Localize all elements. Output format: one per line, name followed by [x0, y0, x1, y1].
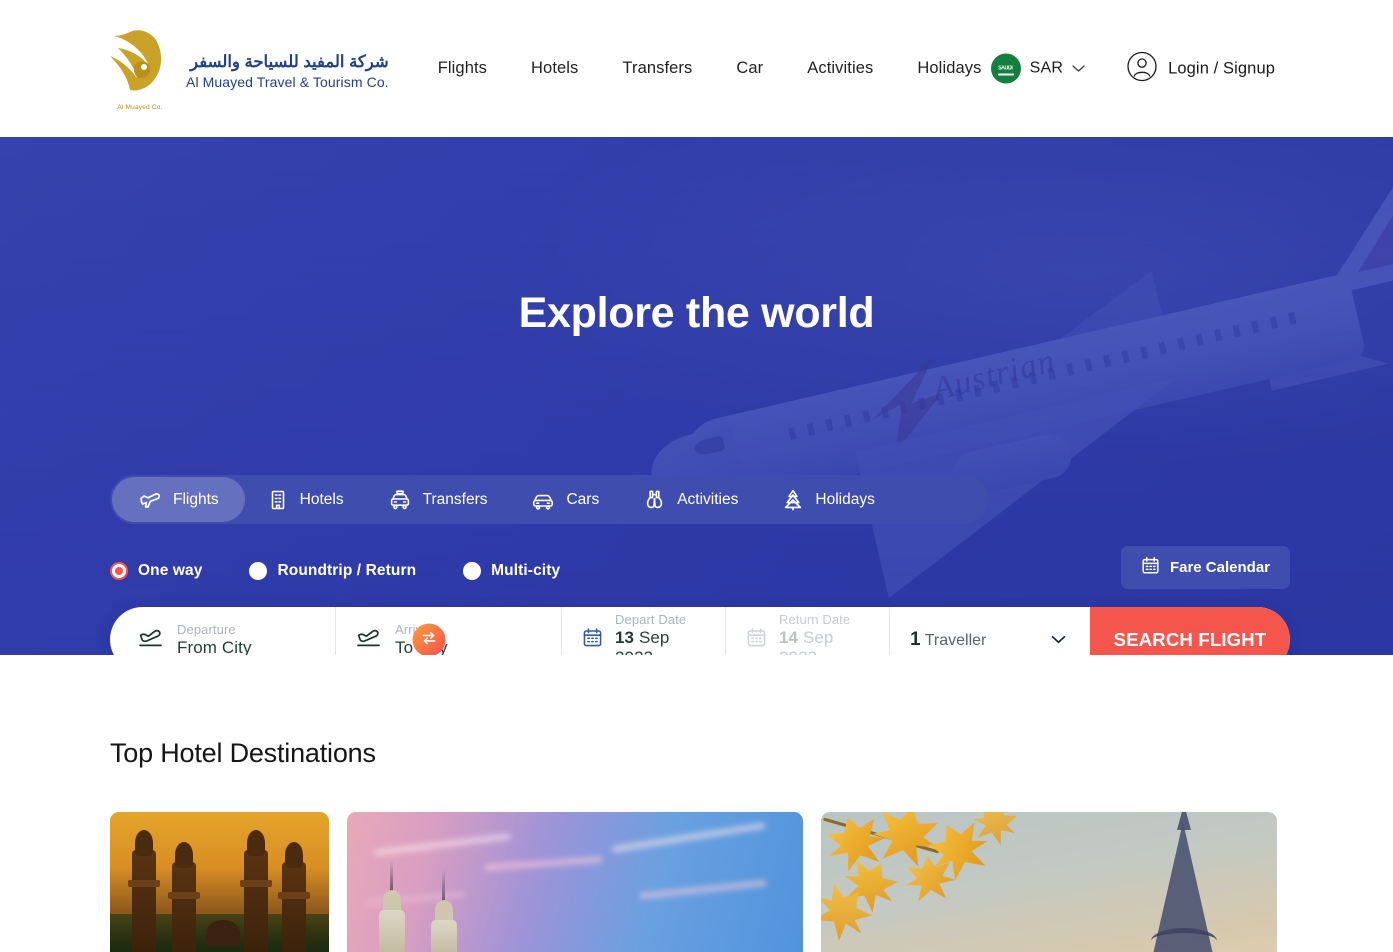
trip-type-label-one-way: One way — [138, 562, 203, 579]
header-actions: SAUDI SAR Login / Signup — [990, 51, 1275, 86]
radio-icon-roundtrip — [249, 562, 268, 580]
fare-calendar-button[interactable]: Fare Calendar — [1120, 546, 1290, 589]
destination-card-list — [110, 812, 1283, 952]
return-date-day: 14 — [779, 627, 799, 647]
travellers-label: Traveller — [924, 631, 987, 649]
calendar-icon — [582, 627, 603, 653]
swap-arrows-icon — [421, 630, 438, 650]
calendar-icon — [746, 627, 767, 653]
tab-flights[interactable]: Flights — [112, 477, 245, 522]
chevron-down-icon — [1051, 631, 1066, 649]
nav-item-flights[interactable]: Flights — [438, 59, 487, 78]
tab-cars[interactable]: Cars — [509, 477, 621, 522]
flag-text: SAUDI — [998, 65, 1014, 72]
plane-icon — [138, 488, 162, 512]
departure-field[interactable]: Departure From City — [110, 607, 336, 655]
eiffel-tower-image — [821, 812, 1277, 952]
logo-mark-icon: Al Muayed Co. — [104, 26, 176, 112]
tab-transfers[interactable]: Transfers — [366, 477, 510, 522]
radio-icon-one-way — [110, 562, 128, 580]
depart-date-value: 13 Sep 2023 — [615, 628, 705, 656]
nav-item-activities[interactable]: Activities — [807, 59, 873, 78]
site-logo[interactable]: Al Muayed Co. شركة المفيد للسياحة والسفر… — [104, 26, 389, 112]
trip-type-roundtrip[interactable]: Roundtrip / Return — [249, 562, 416, 580]
departure-label: Departure — [177, 621, 236, 637]
travellers-count: 1 — [910, 628, 921, 650]
main-navigation: Flights Hotels Transfers Car Activities … — [438, 59, 982, 78]
saudi-flag-icon: SAUDI — [990, 53, 1021, 84]
travellers-field[interactable]: 1 Traveller — [890, 607, 1090, 655]
tab-label-cars: Cars — [566, 490, 600, 508]
site-header: Al Muayed Co. شركة المفيد للسياحة والسفر… — [0, 0, 1393, 137]
trip-type-label-multi-city: Multi-city — [491, 562, 561, 579]
user-avatar-icon — [1127, 51, 1157, 86]
tab-hotels[interactable]: Hotels — [245, 477, 366, 522]
binoculars-icon — [643, 488, 666, 511]
return-date-value: 14 Sep 2023 — [779, 628, 869, 656]
departure-value: From City — [177, 637, 252, 656]
nav-item-car[interactable]: Car — [736, 59, 763, 78]
logo-caption: Al Muayed Co. — [117, 103, 163, 111]
hero-banner: Austrian Explore the world Flights — [0, 137, 1393, 655]
depart-date-label: Depart Date — [615, 611, 687, 627]
depart-date-day: 13 — [615, 627, 635, 647]
search-category-tabs: Flights Hotels Transfers Cars Activities… — [110, 475, 988, 524]
depart-date-field[interactable]: Depart Date 13 Sep 2023 — [562, 607, 726, 655]
top-hotel-destinations-section: Top Hotel Destinations — [0, 738, 1393, 952]
return-date-field[interactable]: Return Date 14 Sep 2023 — [726, 607, 890, 655]
tab-label-flights: Flights — [173, 490, 219, 508]
logo-english-text: Al Muayed Travel & Tourism Co. — [186, 73, 389, 90]
currency-selector[interactable]: SAUDI SAR — [990, 53, 1086, 84]
destination-card-hyderabad[interactable] — [110, 812, 329, 952]
tree-icon — [782, 488, 804, 511]
search-flight-button[interactable]: SEARCH FLIGHT — [1090, 607, 1290, 655]
logo-arabic-text: شركة المفيد للسياحة والسفر — [190, 52, 389, 71]
login-signup-button[interactable]: Login / Signup — [1127, 51, 1275, 86]
fare-calendar-label: Fare Calendar — [1169, 559, 1270, 576]
trip-type-one-way[interactable]: One way — [110, 562, 202, 580]
flag-sword — [997, 73, 1014, 76]
swap-cities-button[interactable] — [412, 623, 446, 655]
currency-code: SAR — [1029, 59, 1064, 77]
petronas-towers-image — [347, 812, 803, 952]
trip-type-options: One way Roundtrip / Return Multi-city Fa… — [110, 546, 1290, 589]
charminar-hyderabad-image — [110, 812, 329, 952]
trip-type-label-roundtrip: Roundtrip / Return — [277, 562, 417, 579]
plane-takeoff-icon — [138, 626, 165, 653]
tab-label-holidays: Holidays — [815, 490, 875, 508]
trip-type-multi-city[interactable]: Multi-city — [463, 562, 560, 580]
arrival-field[interactable]: Arrival To City — [336, 607, 562, 655]
radio-icon-multi-city — [463, 562, 482, 580]
nav-item-hotels[interactable]: Hotels — [531, 59, 578, 78]
tab-label-transfers: Transfers — [422, 490, 488, 508]
flight-search-widget: Flights Hotels Transfers Cars Activities… — [110, 475, 1290, 655]
nav-item-holidays[interactable]: Holidays — [917, 59, 981, 78]
tab-activities[interactable]: Activities — [621, 477, 760, 522]
hero-title: Explore the world — [518, 289, 875, 337]
destination-card-kuala-lumpur[interactable] — [347, 812, 803, 952]
destination-card-paris[interactable] — [821, 812, 1277, 952]
calendar-icon — [1141, 556, 1160, 579]
chevron-down-icon — [1072, 60, 1085, 78]
flight-search-form: Departure From City Arrival To Depart Da… — [110, 607, 1290, 655]
section-title: Top Hotel Destinations — [110, 738, 376, 768]
login-signup-label: Login / Signup — [1168, 59, 1275, 77]
tab-label-hotels: Hotels — [299, 490, 344, 508]
travellers-value: 1 Traveller — [910, 629, 986, 651]
return-date-label: Return Date — [779, 611, 851, 627]
taxi-icon — [388, 488, 412, 512]
building-icon — [267, 489, 289, 511]
tab-holidays[interactable]: Holidays — [760, 477, 896, 522]
plane-landing-icon — [356, 626, 383, 653]
nav-item-transfers[interactable]: Transfers — [622, 59, 692, 78]
tab-label-activities: Activities — [677, 490, 739, 508]
car-icon — [531, 488, 555, 512]
